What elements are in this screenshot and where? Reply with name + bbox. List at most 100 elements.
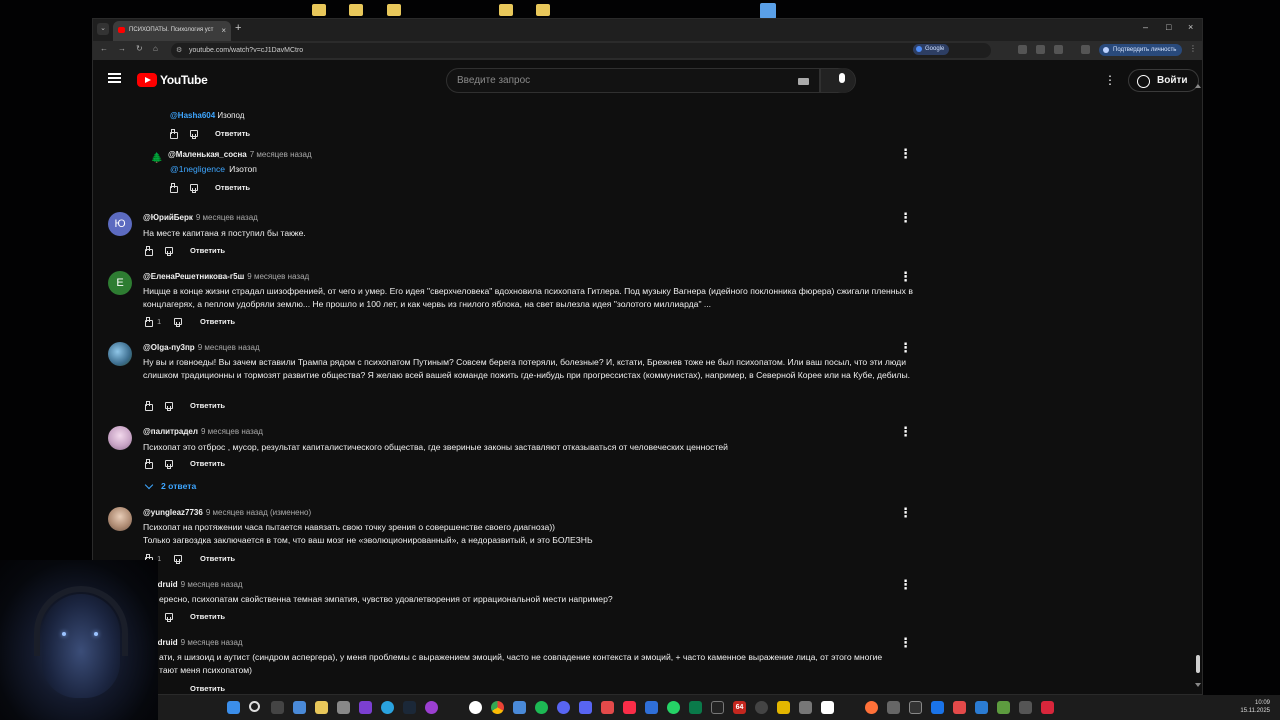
like-icon[interactable] <box>143 246 153 256</box>
comment-menu-button[interactable] <box>899 210 912 226</box>
app-badge-icon[interactable]: 64 <box>733 701 746 714</box>
comment-menu-button[interactable] <box>899 269 912 285</box>
dislike-icon[interactable] <box>163 246 173 256</box>
reply-button[interactable]: Ответить <box>190 612 225 621</box>
dislike-icon[interactable] <box>188 129 198 139</box>
comment-author[interactable]: @ЕленаРешетникова-г5ш 9 месяцев назад <box>143 272 309 281</box>
app-icon[interactable] <box>821 701 834 714</box>
comment-author[interactable]: @yungleaz7736 9 месяцев назад (изменено) <box>143 508 311 517</box>
reply-button[interactable]: Ответить <box>190 401 225 410</box>
tab-youtube[interactable]: ПСИХОПАТЫ. Психология уст × <box>113 21 231 41</box>
app-icon[interactable] <box>755 701 768 714</box>
discord-icon[interactable] <box>579 701 592 714</box>
chrome-icon[interactable] <box>491 701 504 714</box>
system-clock[interactable]: 10:09 15.11.2025 <box>1240 699 1270 715</box>
tab-close-button[interactable]: × <box>221 26 226 35</box>
sign-in-button[interactable]: Войти <box>1128 69 1199 92</box>
reload-button[interactable]: ↻ <box>136 44 143 53</box>
terminal-icon[interactable] <box>711 701 724 714</box>
forward-button[interactable]: → <box>118 44 126 53</box>
new-tab-button[interactable]: + <box>235 22 241 34</box>
comment-menu-button[interactable] <box>899 340 912 356</box>
like-icon[interactable] <box>143 459 153 469</box>
dislike-icon[interactable] <box>172 554 182 564</box>
reply-button[interactable]: Ответить <box>190 246 225 255</box>
comment-author[interactable]: @Olga-пу3пр 9 месяцев назад <box>143 343 260 352</box>
google-lens-pill[interactable]: Google <box>913 44 950 55</box>
dislike-icon[interactable] <box>163 401 173 411</box>
comment-author[interactable]: @Маленькая_сосна 7 месяцев назад <box>168 150 312 159</box>
home-button[interactable]: ⌂ <box>153 44 158 53</box>
folder-icon[interactable] <box>499 4 513 16</box>
extension-icon[interactable] <box>1054 45 1063 54</box>
app-icon[interactable] <box>513 701 526 714</box>
app-icon[interactable] <box>1041 701 1054 714</box>
app-icon[interactable] <box>799 701 812 714</box>
comment-author[interactable]: @Hasha604 Изопод <box>170 111 244 120</box>
app-icon[interactable] <box>425 701 438 714</box>
keyboard-icon[interactable] <box>798 78 809 85</box>
browser-menu-button[interactable]: ⋮ <box>1189 44 1197 53</box>
comment-author[interactable]: tdruid 9 месяцев назад <box>155 580 243 589</box>
like-icon[interactable] <box>143 317 153 327</box>
reply-button[interactable]: Ответить <box>200 554 235 563</box>
folder-icon[interactable] <box>387 4 401 16</box>
maximize-button[interactable]: □ <box>1166 22 1171 32</box>
avatar[interactable] <box>108 342 132 366</box>
app-icon[interactable] <box>293 701 306 714</box>
minecraft-icon[interactable] <box>997 701 1010 714</box>
settings-menu-button[interactable]: ⋮ <box>1104 74 1116 86</box>
app-icon[interactable] <box>931 701 944 714</box>
avatar[interactable] <box>108 507 132 531</box>
dislike-icon[interactable] <box>188 183 198 193</box>
confirm-identity-button[interactable]: Подтвердить личность <box>1099 44 1183 56</box>
tab-search-button[interactable]: ⌄ <box>97 23 109 35</box>
scroll-up-icon[interactable] <box>1195 84 1201 88</box>
app-icon[interactable] <box>623 701 636 714</box>
extension-icon[interactable] <box>1081 45 1090 54</box>
extension-icon[interactable] <box>1018 45 1027 54</box>
page-scrollbar[interactable] <box>1194 84 1202 696</box>
reply-button[interactable]: Ответить <box>190 459 225 468</box>
app-icon[interactable] <box>601 701 614 714</box>
app-icon[interactable] <box>337 701 350 714</box>
minimize-button[interactable]: – <box>1143 22 1148 32</box>
folder-icon[interactable] <box>312 4 326 16</box>
dislike-icon[interactable] <box>163 459 173 469</box>
avatar[interactable]: Ю <box>108 212 132 236</box>
avatar[interactable]: Е <box>108 271 132 295</box>
dislike-icon[interactable] <box>172 317 182 327</box>
search-input[interactable]: Введите запрос <box>446 68 820 93</box>
back-button[interactable]: ← <box>100 44 108 53</box>
like-icon[interactable] <box>168 183 178 193</box>
folder-icon[interactable] <box>349 4 363 16</box>
address-bar[interactable]: ⚙ youtube.com/watch?v=cJ1DavMCtro <box>171 43 991 58</box>
like-icon[interactable] <box>143 401 153 411</box>
extension-icon[interactable] <box>1036 45 1045 54</box>
comment-author[interactable]: @палитрадел 9 месяцев назад <box>143 427 263 436</box>
app-icon[interactable] <box>359 701 372 714</box>
app-icon[interactable] <box>777 701 790 714</box>
comment-menu-button[interactable] <box>899 577 912 593</box>
reply-button[interactable]: Ответить <box>190 684 225 693</box>
reply-button[interactable]: Ответить <box>200 317 235 326</box>
comment-author[interactable]: @ЮрийБерк 9 месяцев назад <box>143 213 258 222</box>
comment-menu-button[interactable] <box>899 635 912 651</box>
app-icon[interactable] <box>975 701 988 714</box>
yandex-icon[interactable] <box>469 701 482 714</box>
telegram-icon[interactable] <box>381 701 394 714</box>
app-icon[interactable] <box>953 701 966 714</box>
like-icon[interactable] <box>168 129 178 139</box>
folder-icon[interactable] <box>536 4 550 16</box>
comment-menu-button[interactable] <box>899 505 912 521</box>
firefox-icon[interactable] <box>865 701 878 714</box>
app-icon[interactable] <box>689 701 702 714</box>
comment-menu-button[interactable] <box>899 424 912 440</box>
search-icon[interactable] <box>249 701 260 712</box>
scrollbar-thumb[interactable] <box>1196 655 1200 673</box>
avatar[interactable]: 🌲 <box>145 147 169 171</box>
comment-menu-button[interactable] <box>899 146 912 162</box>
menu-icon[interactable] <box>108 73 121 83</box>
app-shortcut-icon[interactable] <box>760 3 776 19</box>
app-icon[interactable] <box>1019 701 1032 714</box>
